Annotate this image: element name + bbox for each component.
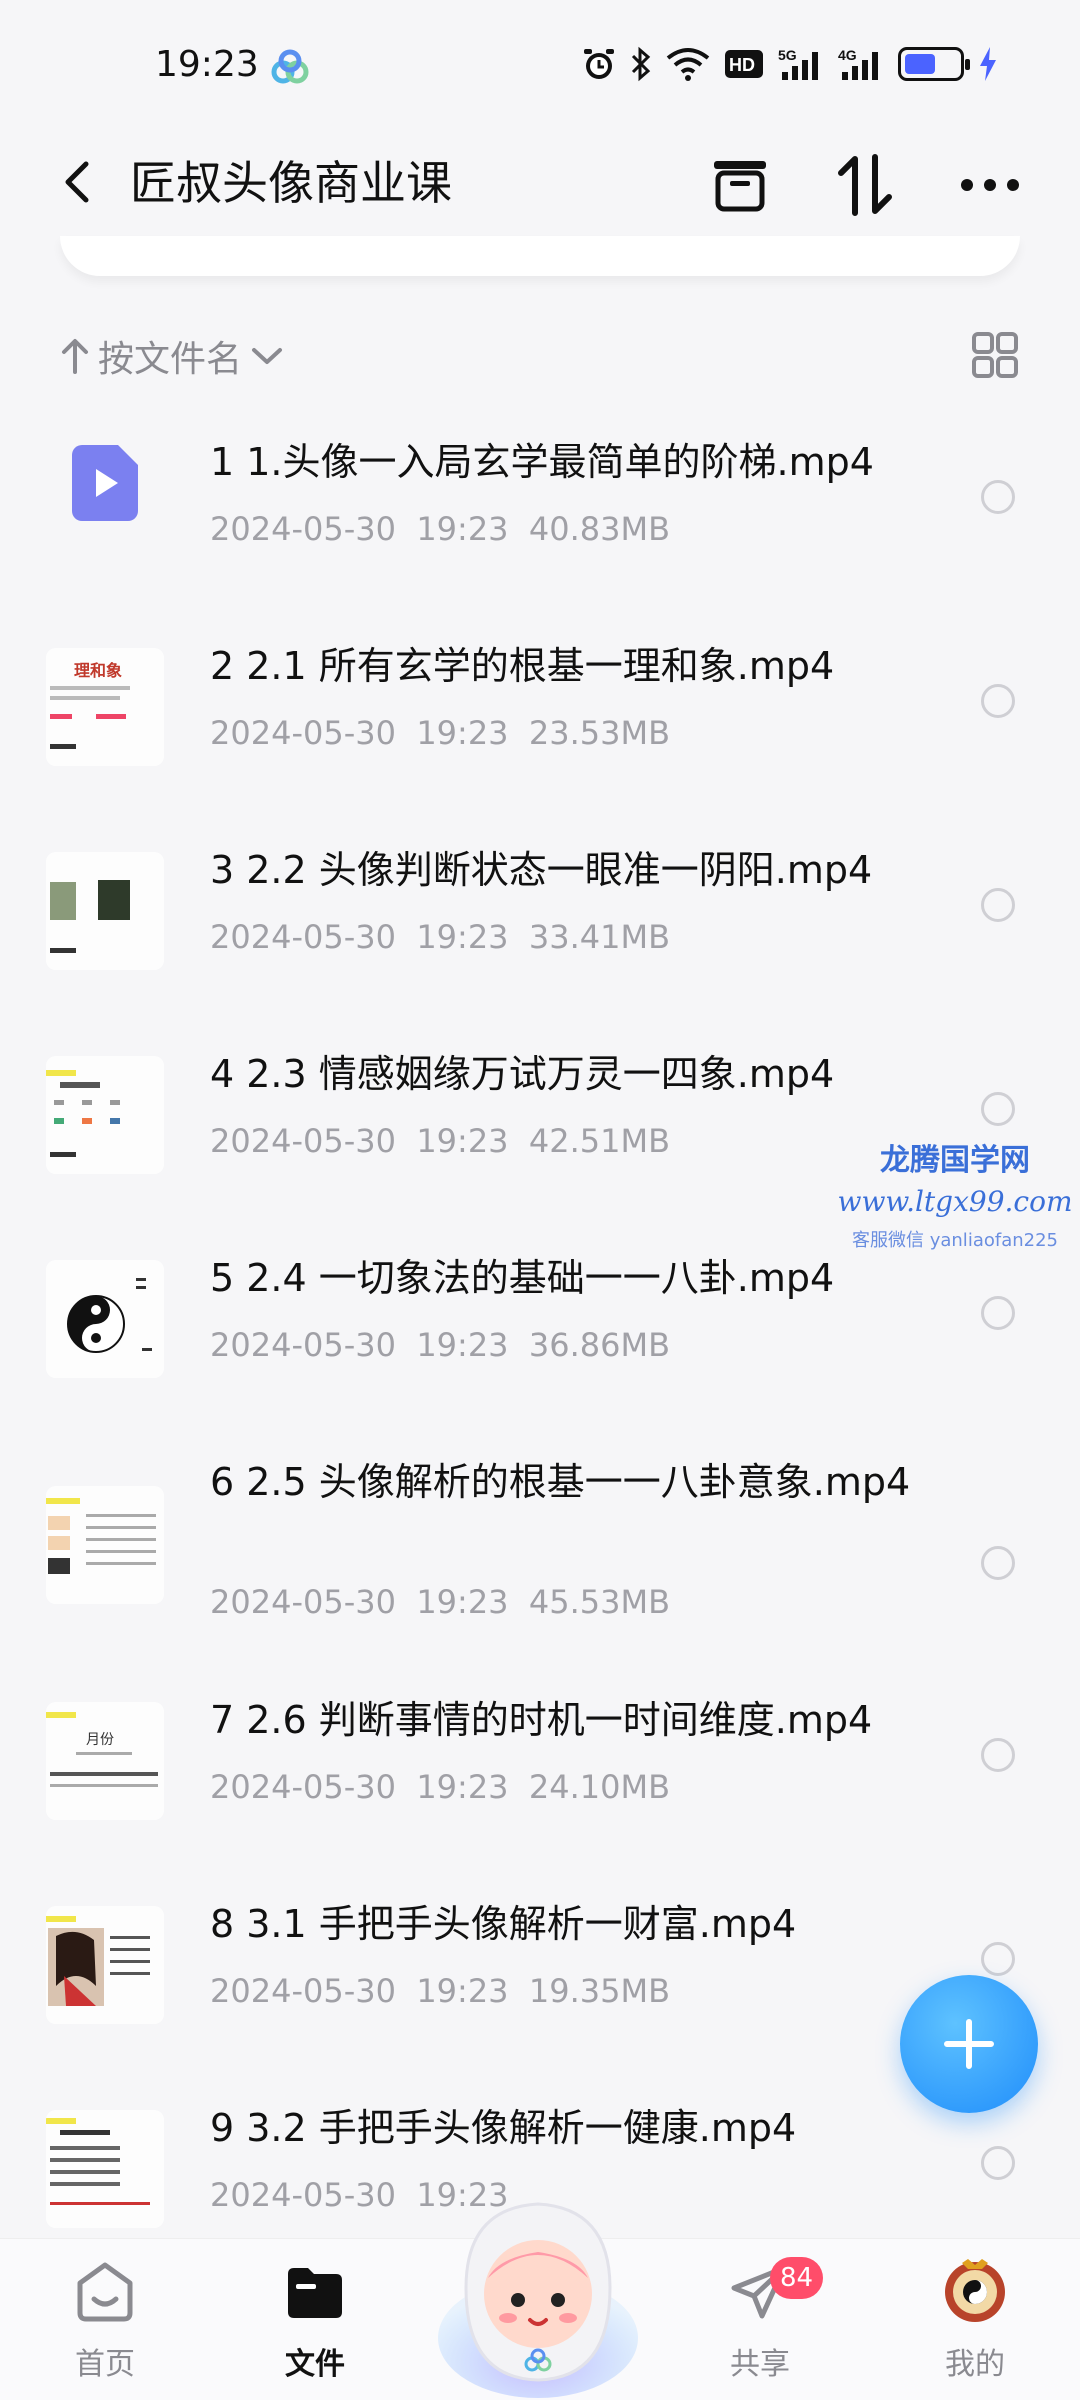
tray-icon <box>714 161 766 212</box>
alarm-icon <box>584 49 614 79</box>
home-face-icon <box>77 2262 133 2322</box>
signal-5g-icon: 5G <box>778 47 818 80</box>
file-meta: 2024-05-30 19:23 24.10MB <box>210 1768 671 1806</box>
file-meta: 2024-05-30 19:23 36.86MB <box>210 1326 671 1364</box>
video-thumbnail: 理和象 <box>46 648 164 766</box>
share-count-badge: 84 <box>770 2257 824 2299</box>
file-name: 1 1.头像一入局玄学最简单的阶梯.mp4 <box>210 440 874 484</box>
video-file-icon <box>72 445 138 521</box>
file-name: 3 2.2 头像判断状态一眼准一阴阳.mp4 <box>210 848 873 892</box>
more-button[interactable] <box>955 150 1025 220</box>
file-name: 4 2.3 情感姻缘万试万灵一四象.mp4 <box>210 1052 835 1096</box>
top-bar: 匠叔头像商业课 <box>0 130 1080 240</box>
file-meta: 2024-05-30 19:23 45.53MB <box>210 1583 671 1621</box>
select-radio[interactable] <box>981 888 1015 922</box>
file-name: 7 2.6 判断事情的时机一时间维度.mp4 <box>210 1698 873 1742</box>
select-radio[interactable] <box>981 1092 1015 1126</box>
select-radio[interactable] <box>981 684 1015 718</box>
watermark-title: 龙腾国学网 <box>880 1143 1030 1178</box>
file-name: 9 3.2 手把手头像解析一健康.mp4 <box>210 2106 797 2150</box>
video-thumbnail <box>46 1056 164 1174</box>
status-time: 19:23 <box>155 44 259 85</box>
svg-text:4G: 4G <box>838 47 857 63</box>
video-thumbnail: 月份 <box>46 1702 164 1820</box>
watermark-contact: 客服微信 yanliaofan225 <box>852 1230 1058 1251</box>
sort-control[interactable]: 按文件名 <box>60 326 284 386</box>
video-thumbnail <box>46 2110 164 2228</box>
file-meta: 2024-05-30 19:23 19.35MB <box>210 1972 671 2010</box>
battery-icon <box>898 47 970 81</box>
grid-view-icon[interactable] <box>970 330 1020 380</box>
select-radio[interactable] <box>981 480 1015 514</box>
avatar <box>945 2259 1005 2322</box>
svg-text:HD: HD <box>729 55 755 75</box>
nav-mine[interactable]: 我的 <box>905 2257 1045 2397</box>
video-thumbnail <box>46 852 164 970</box>
svg-text:理和象: 理和象 <box>74 661 122 680</box>
hd-icon: HD <box>725 50 763 78</box>
more-dots-icon <box>961 179 1019 191</box>
status-icons: HD 5G 4G <box>582 46 998 82</box>
nav-files[interactable]: 文件 <box>245 2257 385 2397</box>
file-name: 5 2.4 一切象法的基础一一八卦.mp4 <box>210 1256 835 1300</box>
nav-home[interactable]: 首页 <box>35 2257 175 2397</box>
select-radio[interactable] <box>981 1546 1015 1580</box>
status-bar: 19:23 HD 5G 4G <box>0 0 1080 130</box>
nav-home-label: 首页 <box>75 2347 135 2382</box>
yin-yang-thumbnail <box>46 1260 164 1378</box>
chevron-down-icon <box>252 348 283 364</box>
cloud-app-icon <box>271 49 309 84</box>
search-sheet-edge <box>60 236 1020 276</box>
transfer-arrows-icon <box>838 154 892 216</box>
video-thumbnail <box>46 1486 164 1604</box>
nav-mine-label: 我的 <box>945 2347 1005 2382</box>
nav-files-label: 文件 <box>285 2347 345 2382</box>
wifi-icon <box>666 48 710 81</box>
nav-share-label: 共享 <box>730 2347 790 2382</box>
site-watermark: 龙腾国学网 www.ltgx99.com 客服微信 yanliaofan225 <box>835 1135 1075 1252</box>
folder-select-button[interactable] <box>705 150 775 220</box>
select-radio[interactable] <box>981 1296 1015 1330</box>
file-meta: 2024-05-30 19:23 42.51MB <box>210 1122 671 1160</box>
back-icon[interactable] <box>50 152 110 212</box>
add-button[interactable] <box>900 1975 1038 2113</box>
bluetooth-icon <box>631 46 651 82</box>
page-title: 匠叔头像商业课 <box>130 156 452 210</box>
file-meta: 2024-05-30 19:23 23.53MB <box>210 714 671 752</box>
select-radio[interactable] <box>981 2146 1015 2180</box>
file-meta: 2024-05-30 19:23 40.83MB <box>210 510 671 548</box>
file-meta: 2024-05-30 19:23 33.41MB <box>210 918 671 956</box>
nav-share[interactable]: 84 共享 <box>690 2257 830 2397</box>
plus-icon <box>944 2019 994 2069</box>
file-name: 8 3.1 手把手头像解析一财富.mp4 <box>210 1902 797 1946</box>
charging-icon <box>980 47 996 81</box>
transfer-button[interactable] <box>830 150 900 220</box>
select-radio[interactable] <box>981 1942 1015 1976</box>
svg-text:月份: 月份 <box>86 1732 114 1748</box>
watermark-url: www.ltgx99.com <box>837 1185 1073 1218</box>
file-name: 6 2.5 头像解析的根基一一八卦意象.mp4 <box>210 1460 911 1504</box>
assistant-mascot[interactable] <box>428 2168 648 2400</box>
file-name: 2 2.1 所有玄学的根基一理和象.mp4 <box>210 644 835 688</box>
select-radio[interactable] <box>981 1738 1015 1772</box>
sort-label: 按文件名 <box>98 339 243 380</box>
svg-text:5G: 5G <box>778 47 797 63</box>
signal-4g-icon: 4G <box>838 47 878 80</box>
video-thumbnail <box>46 1906 164 2024</box>
sort-arrow-up-icon <box>62 339 88 374</box>
folder-icon <box>288 2268 342 2318</box>
